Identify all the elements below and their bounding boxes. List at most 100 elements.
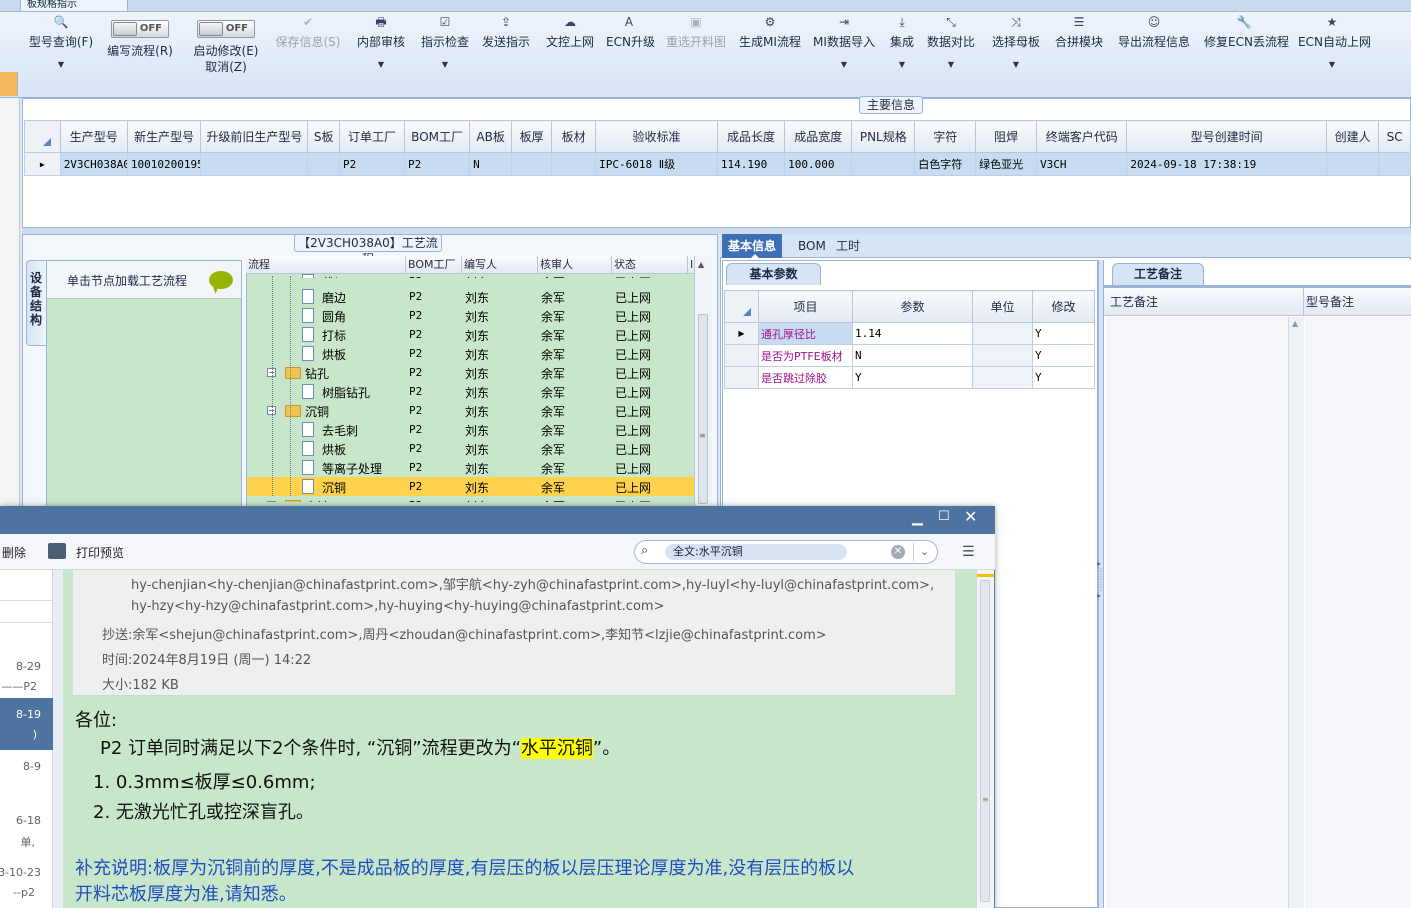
scroll-up-icon[interactable]: ▲	[698, 260, 704, 269]
table-row[interactable]: 是否为PTFE板材 N Y	[724, 344, 1095, 367]
side-tab-equipment[interactable]: 设备结构	[26, 260, 46, 346]
column-header[interactable]: 订单工厂	[338, 120, 406, 153]
list-item[interactable]: 6-18单,…	[0, 808, 67, 856]
column-header[interactable]: 参数	[852, 290, 973, 323]
process-note-field[interactable]	[1106, 317, 1304, 908]
table-cell[interactable]	[551, 152, 597, 176]
list-item[interactable]: 8-19)	[0, 698, 53, 750]
collapse-icon[interactable]: −	[267, 501, 276, 502]
chevron-down-icon[interactable]: ▼	[812, 58, 876, 72]
table-cell[interactable]: P2	[338, 152, 406, 176]
ribbon-button-2[interactable]: OFF 启动修改(E) 取消(Z)	[190, 14, 262, 86]
select-all-corner[interactable]	[724, 290, 759, 323]
clear-search-icon[interactable]: ✕	[891, 545, 905, 559]
chevron-down-icon[interactable]: ▼	[420, 58, 470, 72]
list-item[interactable]: 8-29 ——P2	[0, 654, 53, 694]
table-cell[interactable]: N	[469, 152, 513, 176]
notes-scrollbar[interactable]: ▲	[1288, 317, 1304, 908]
table-cell[interactable]: IPC-6018 Ⅱ级	[595, 152, 718, 176]
table-cell[interactable]: 100.000	[784, 152, 853, 176]
tree-row[interactable]: − 沉铜 P2 刘东 余军 已上网	[247, 401, 694, 420]
ribbon-button-13[interactable]: ⤡ 数据对比 ▼	[926, 14, 976, 86]
param-value[interactable]: N	[852, 344, 973, 367]
param-item[interactable]: 通孔厚径比	[758, 322, 853, 345]
table-cell[interactable]	[511, 152, 553, 176]
maximize-icon[interactable]: ☐	[938, 509, 950, 524]
tab-1[interactable]: BOM	[792, 234, 832, 258]
tree-row[interactable]: 磨边 P2 刘东 余军 已上网	[247, 287, 694, 306]
ribbon-button-10[interactable]: ⚙ 生成MI流程	[738, 14, 802, 86]
table-cell[interactable]: V3CH	[1036, 152, 1128, 176]
ribbon-button-1[interactable]: OFF 编写流程(R)	[106, 14, 174, 86]
ribbon-button-0[interactable]: 🔍 型号查询(F) ▼	[28, 14, 94, 86]
param-item[interactable]: 是否跳过除胶	[758, 366, 853, 389]
param-unit[interactable]	[972, 322, 1033, 345]
column-header[interactable]: 成品宽度	[784, 120, 853, 153]
select-all-corner[interactable]	[24, 120, 61, 153]
ribbon-button-5[interactable]: ☑ 指示检查 ▼	[420, 14, 470, 86]
print-preview-button[interactable]: 打印预览	[76, 544, 124, 561]
chevron-down-icon[interactable]: ▼	[888, 58, 916, 72]
list-view-icon[interactable]: ☰	[962, 544, 975, 560]
table-cell[interactable]: P2	[404, 152, 471, 176]
close-icon[interactable]: ✕	[964, 507, 977, 526]
chevron-down-icon[interactable]: ▼	[356, 58, 406, 72]
toggle-switch[interactable]: OFF	[111, 20, 169, 38]
chevron-down-icon[interactable]: ▼	[1298, 58, 1366, 72]
table-cell[interactable]	[1378, 152, 1411, 176]
column-header[interactable]: S板	[307, 120, 340, 153]
tree-row[interactable]: 圆角 P2 刘东 余军 已上网	[247, 306, 694, 325]
chevron-down-icon[interactable]: ▼	[990, 58, 1042, 72]
tree-row[interactable]: 烘板 P2 刘东 余军 已上网	[247, 439, 694, 458]
column-header[interactable]: 新生产型号	[126, 120, 202, 153]
tree-row[interactable]: 打标 P2 刘东 余军 已上网	[247, 325, 694, 344]
tab-2[interactable]: 工时	[830, 234, 866, 258]
column-header[interactable]: 板厚	[511, 120, 553, 153]
scroll-thumb[interactable]	[698, 314, 708, 504]
ribbon-button-14[interactable]: ⤨ 选择母板 ▼	[990, 14, 1042, 86]
column-header[interactable]: 单位	[972, 290, 1033, 323]
ribbon-button-3[interactable]: ✔ 保存信息(S)	[272, 14, 344, 86]
param-modified[interactable]: Y	[1032, 322, 1095, 345]
ribbon-button-9[interactable]: ▣ 重选开料图	[664, 14, 728, 86]
column-header[interactable]: 终端客户代码	[1036, 120, 1128, 153]
window-tab[interactable]: 板规格指示	[20, 0, 128, 12]
ribbon-button-6[interactable]: ⇪ 发送指示	[480, 14, 532, 86]
speech-bubble-icon[interactable]	[209, 271, 233, 289]
minimize-icon[interactable]: ▁	[912, 510, 923, 526]
column-header[interactable]: BOM工厂	[404, 120, 471, 153]
toggle-switch[interactable]: OFF	[197, 20, 255, 38]
param-modified[interactable]: Y	[1032, 366, 1095, 389]
tree-row[interactable]: 去毛刺 P2 刘东 余军 已上网	[247, 420, 694, 439]
table-cell[interactable]: 2024-09-18 17:38:19	[1126, 152, 1327, 176]
ribbon-button-7[interactable]: ☁ 文控上网	[544, 14, 596, 86]
print-preview-icon[interactable]	[48, 543, 66, 559]
column-header[interactable]: 成品长度	[716, 120, 786, 153]
delete-button[interactable]: 删除	[2, 544, 26, 561]
scroll-thumb[interactable]	[980, 580, 990, 902]
table-cell[interactable]: 2V3CH038A0	[59, 152, 128, 176]
chevron-down-icon[interactable]: ▼	[926, 58, 976, 72]
tree-scrollbar[interactable]: ▲ ≡	[694, 256, 712, 508]
table-cell[interactable]: 114.190	[716, 152, 786, 176]
column-header[interactable]: 型号创建时间	[1126, 120, 1327, 153]
param-modified[interactable]: Y	[1032, 344, 1095, 367]
ribbon-button-4[interactable]: 🖶 内部审核 ▼	[356, 14, 406, 86]
list-item[interactable]: 8-9	[0, 754, 53, 802]
ribbon-button-8[interactable]: A ECN升级	[606, 14, 655, 86]
ribbon-button-16[interactable]: ☺ 导出流程信息	[1116, 14, 1192, 86]
ribbon-button-11[interactable]: ⇥ MI数据导入 ▼	[812, 14, 876, 86]
column-header[interactable]: PNL规格	[851, 120, 916, 153]
search-input[interactable]: ⌕ 全文:水平沉铜 ✕ ⌄	[634, 540, 938, 564]
tree-row[interactable]: − 电镀 P2 刘东 余军 已上网	[247, 496, 694, 502]
table-cell[interactable]: 10010200195940	[126, 152, 202, 176]
param-item[interactable]: 是否为PTFE板材	[758, 344, 853, 367]
ribbon-button-18[interactable]: ★ ECN自动上网 ▼	[1298, 14, 1371, 86]
column-header[interactable]: 阻焊	[975, 120, 1038, 153]
search-chip[interactable]: 全文:水平沉铜	[665, 544, 847, 560]
column-header[interactable]: AB板	[469, 120, 513, 153]
column-header[interactable]: SC	[1378, 120, 1411, 153]
chevron-down-icon[interactable]: ▼	[28, 58, 94, 72]
basic-params-title[interactable]: 基本参数	[726, 263, 821, 285]
table-cell[interactable]	[200, 152, 309, 176]
